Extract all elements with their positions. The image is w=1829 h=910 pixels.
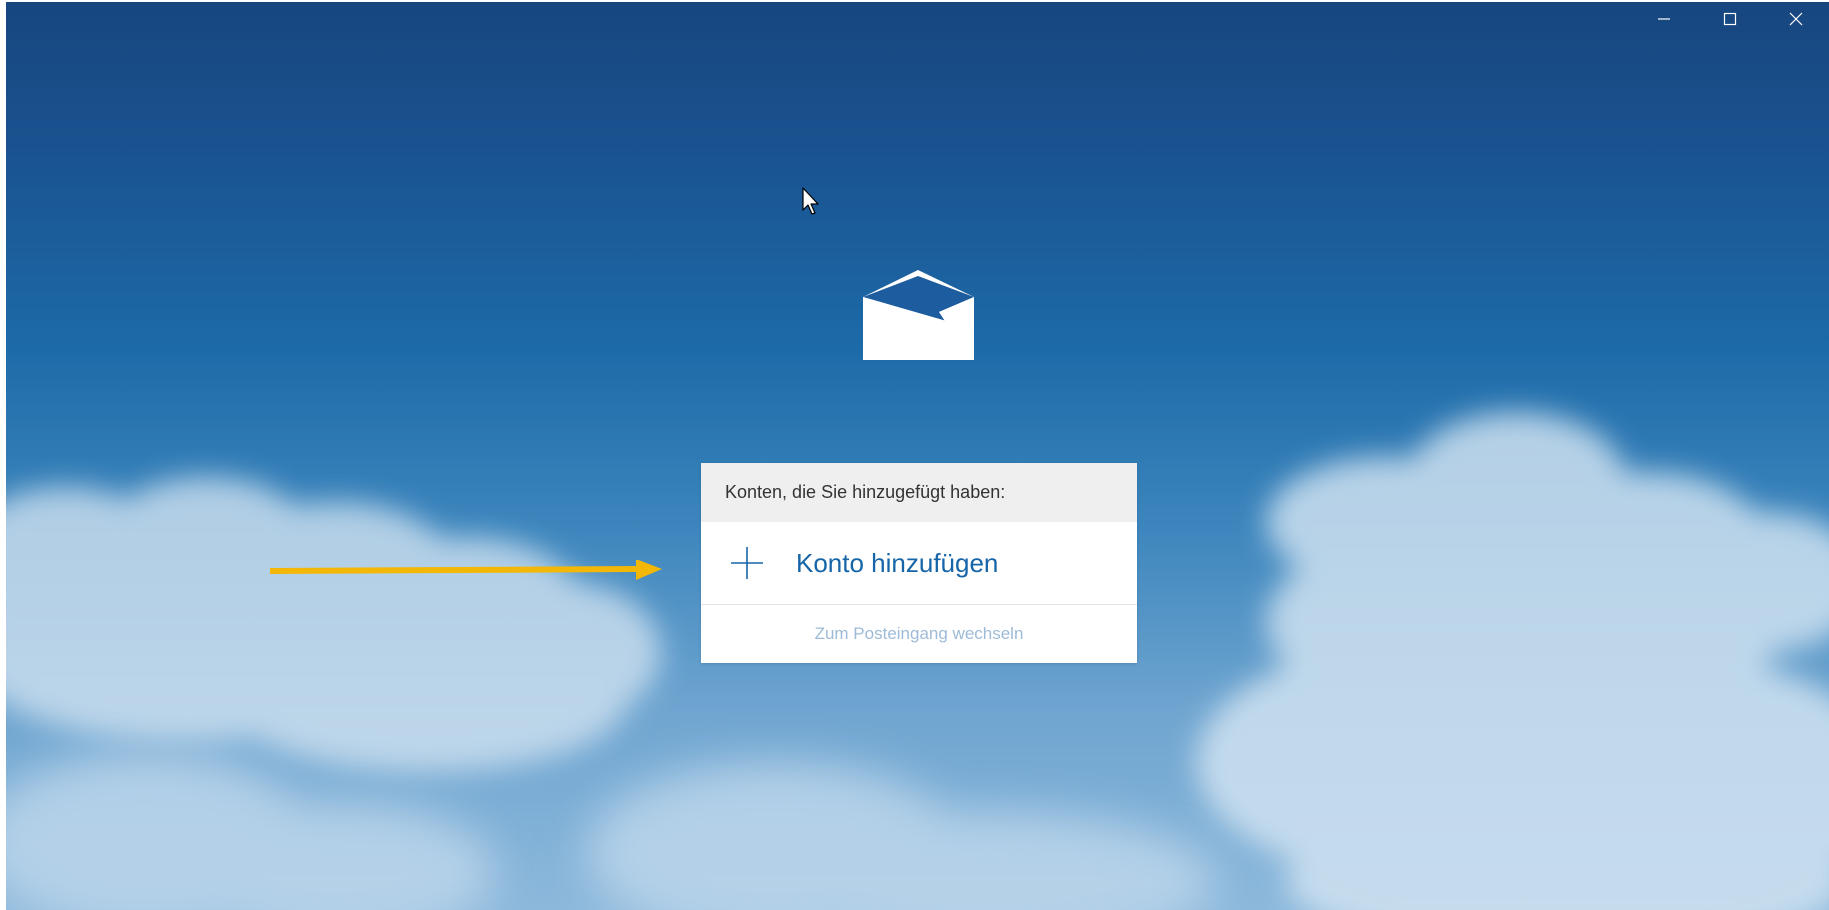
window-caption-controls <box>1631 0 1829 38</box>
mail-app-window: Konten, die Sie hinzugefügt haben: Konto… <box>0 0 1829 910</box>
mouse-cursor-icon <box>802 187 819 215</box>
minimize-icon <box>1658 18 1670 20</box>
minimize-button[interactable] <box>1631 0 1697 38</box>
panel-header: Konten, die Sie hinzugefügt haben: <box>701 463 1137 522</box>
maximize-button[interactable] <box>1697 0 1763 38</box>
mail-envelope-icon <box>863 270 974 360</box>
add-account-label: Konto hinzufügen <box>796 547 999 578</box>
go-to-inbox-link[interactable]: Zum Posteingang wechseln <box>701 605 1137 663</box>
clouds-background <box>6 412 1829 910</box>
plus-icon <box>731 547 763 579</box>
close-icon <box>1789 12 1803 26</box>
sky-background <box>6 2 1829 910</box>
arrow-right-icon <box>270 560 662 580</box>
account-panel: Konten, die Sie hinzugefügt haben: Konto… <box>701 463 1137 663</box>
maximize-icon <box>1723 12 1737 26</box>
add-account-button[interactable]: Konto hinzufügen <box>701 522 1137 604</box>
close-button[interactable] <box>1763 0 1829 38</box>
